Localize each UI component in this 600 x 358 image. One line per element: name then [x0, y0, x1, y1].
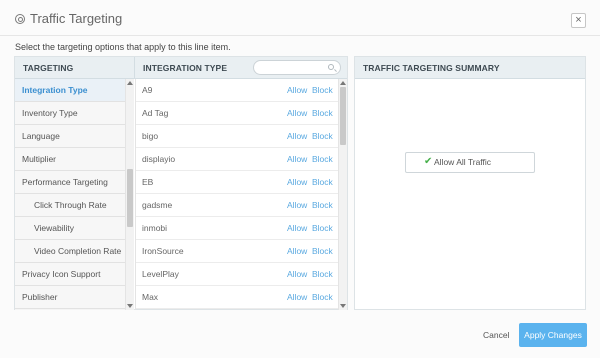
modal-header: Traffic Targeting ×: [0, 0, 600, 36]
param-item-video-completion-rate[interactable]: Video Completion Rate: [15, 240, 125, 263]
integration-name: displayio: [142, 154, 176, 164]
block-link[interactable]: Block: [312, 194, 333, 217]
traffic-targeting-summary-panel: TRAFFIC TARGETING SUMMARY ✔ Allow All Tr…: [354, 56, 586, 310]
integration-scroll-thumb[interactable]: [340, 87, 346, 145]
allow-link[interactable]: Allow: [287, 102, 307, 125]
integration-name: inmobi: [142, 223, 168, 233]
targeting-parameters-list: Integration Type Inventory Type Language…: [15, 79, 125, 310]
allow-link[interactable]: Allow: [287, 263, 307, 286]
param-item-language[interactable]: Language: [15, 125, 125, 148]
scroll-down-arrow-icon[interactable]: [127, 304, 133, 308]
scroll-up-arrow-icon[interactable]: [127, 81, 133, 85]
scroll-down-arrow-icon[interactable]: [340, 304, 346, 308]
allow-all-traffic-button[interactable]: ✔ Allow All Traffic: [405, 152, 535, 173]
integration-row: gadsme Allow Block: [136, 194, 338, 217]
allow-link[interactable]: Allow: [287, 217, 307, 240]
param-item-integration-type[interactable]: Integration Type: [15, 79, 125, 102]
integration-row: bigo Allow Block: [136, 125, 338, 148]
allow-all-traffic-label: Allow All Traffic: [434, 157, 492, 167]
integration-name: IronSource: [142, 246, 184, 256]
summary-heading: TRAFFIC TARGETING SUMMARY: [355, 57, 585, 79]
target-icon: [15, 14, 25, 24]
block-link[interactable]: Block: [312, 102, 333, 125]
integration-row: displayio Allow Block: [136, 148, 338, 171]
integration-row: inmobi Allow Block: [136, 217, 338, 240]
integration-row: Max Allow Block: [136, 286, 338, 309]
targeting-parameters-heading: TARGETING PARAMETERS: [15, 57, 135, 95]
block-link[interactable]: Block: [312, 263, 333, 286]
close-button[interactable]: ×: [571, 13, 586, 28]
integration-row: Ad Tag Allow Block: [136, 102, 338, 125]
block-link[interactable]: Block: [312, 125, 333, 148]
block-link[interactable]: Block: [312, 79, 333, 102]
allow-link[interactable]: Allow: [287, 171, 307, 194]
traffic-targeting-modal: Traffic Targeting × Select the targeting…: [0, 0, 600, 358]
integration-name: gadsme: [142, 200, 173, 210]
integration-name: EB: [142, 177, 154, 187]
integration-scrollbar[interactable]: [338, 79, 347, 310]
targeting-selection-panel: TARGETING PARAMETERS INTEGRATION TYPE In…: [14, 56, 348, 310]
integration-row: IronSource Allow Block: [136, 240, 338, 263]
allow-link[interactable]: Allow: [287, 125, 307, 148]
integration-name: Ad Tag: [142, 108, 169, 118]
integration-row: EB Allow Block: [136, 171, 338, 194]
integration-row: A9 Allow Block: [136, 79, 338, 102]
integration-row: LevelPlay Allow Block: [136, 263, 338, 286]
allow-link[interactable]: Allow: [287, 194, 307, 217]
parameters-scroll-thumb[interactable]: [127, 169, 133, 227]
instructions-text: Select the targeting options that apply …: [15, 42, 231, 52]
param-item-viewability[interactable]: Viewability: [15, 217, 125, 240]
allow-link[interactable]: Allow: [287, 148, 307, 171]
scroll-up-arrow-icon[interactable]: [340, 81, 346, 85]
block-link[interactable]: Block: [312, 171, 333, 194]
parameters-scrollbar[interactable]: [125, 79, 134, 310]
param-item-multiplier[interactable]: Multiplier: [15, 148, 125, 171]
integration-name: LevelPlay: [142, 269, 179, 279]
apply-changes-button[interactable]: Apply Changes: [519, 323, 587, 347]
checkmark-icon: ✔: [424, 156, 433, 167]
block-link[interactable]: Block: [312, 217, 333, 240]
param-item-privacy-icon-support[interactable]: Privacy Icon Support: [15, 263, 125, 286]
modal-title: Traffic Targeting: [30, 11, 123, 26]
cancel-button[interactable]: Cancel: [483, 330, 509, 340]
block-link[interactable]: Block: [312, 148, 333, 171]
param-item-click-through-rate[interactable]: Click Through Rate: [15, 194, 125, 217]
integration-search-input[interactable]: [253, 60, 341, 75]
allow-link[interactable]: Allow: [287, 286, 307, 309]
allow-link[interactable]: Allow: [287, 79, 307, 102]
allow-link[interactable]: Allow: [287, 240, 307, 263]
integration-type-heading-label: INTEGRATION TYPE: [143, 63, 228, 73]
integration-type-list: A9 Allow Block Ad Tag Allow Block bigo A…: [135, 79, 338, 310]
param-item-performance-targeting[interactable]: Performance Targeting: [15, 171, 125, 194]
param-item-publisher[interactable]: Publisher: [15, 286, 125, 309]
integration-name: A9: [142, 85, 153, 95]
param-item-inventory-type[interactable]: Inventory Type: [15, 102, 125, 125]
search-icon: [328, 64, 334, 70]
block-link[interactable]: Block: [312, 286, 333, 309]
integration-name: Max: [142, 292, 159, 302]
integration-name: bigo: [142, 131, 159, 141]
block-link[interactable]: Block: [312, 240, 333, 263]
